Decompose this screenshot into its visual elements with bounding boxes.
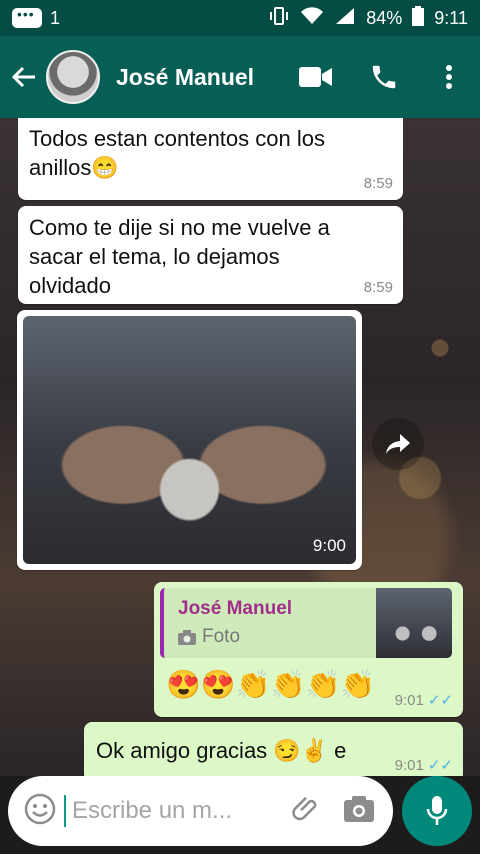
message-time: 9:01 ✓✓	[394, 757, 453, 774]
microphone-button[interactable]	[402, 776, 472, 846]
quoted-author: José Manuel	[178, 598, 293, 619]
microphone-icon	[426, 796, 448, 825]
message-notification-icon	[12, 6, 42, 28]
clock: 9:11	[434, 7, 468, 28]
back-arrow-icon[interactable]	[2, 36, 46, 118]
emoji-icon[interactable]	[24, 793, 56, 830]
notification-count: 1	[50, 7, 61, 28]
attach-icon[interactable]	[291, 794, 321, 829]
photo-attachment[interactable]	[23, 316, 356, 564]
forward-icon[interactable]	[372, 418, 424, 470]
quoted-type: Foto	[178, 626, 240, 648]
incoming-message[interactable]: Todos estan contentos con los anillos😁 8…	[18, 118, 403, 200]
more-options-icon[interactable]	[418, 36, 480, 118]
vibrate-icon	[268, 6, 290, 31]
camera-icon	[178, 629, 196, 645]
message-time: 9:00	[312, 536, 346, 555]
contact-avatar[interactable]	[46, 50, 100, 104]
incoming-photo-message[interactable]: 9:00	[17, 310, 362, 570]
battery-icon	[412, 5, 425, 31]
message-text: Todos estan contentos con los anillos😁	[29, 126, 325, 180]
message-input[interactable]: Escribe un m...	[72, 797, 291, 825]
message-text: Como te dije si no me vuelve a sacar el …	[29, 215, 330, 298]
contact-name[interactable]: José Manuel	[116, 64, 282, 91]
quoted-message[interactable]: José Manuel Foto	[160, 588, 452, 658]
phone-call-icon[interactable]	[350, 36, 418, 118]
read-receipt-icon: ✓✓	[427, 692, 453, 709]
message-composer: Escribe un m...	[8, 776, 393, 846]
status-bar: 1 84% 9:11	[0, 0, 480, 36]
video-call-icon[interactable]	[282, 36, 350, 118]
outgoing-message[interactable]: Ok amigo gracias 😏✌ e 9:01 ✓✓	[84, 722, 463, 776]
text-caret	[64, 795, 66, 827]
outgoing-message[interactable]: José Manuel Foto 😍😍👏👏👏👏 9:01 ✓✓	[154, 582, 463, 717]
message-time: 8:59	[363, 175, 393, 192]
chat-header: José Manuel	[0, 36, 480, 118]
message-text: 😍😍👏👏👏👏	[166, 669, 376, 700]
chat-area[interactable]: Todos estan contentos con los anillos😁 8…	[0, 118, 480, 776]
message-time: 8:59	[363, 279, 393, 296]
message-time: 9:01 ✓✓	[394, 692, 453, 709]
incoming-message[interactable]: Como te dije si no me vuelve a sacar el …	[18, 206, 403, 304]
message-text: Ok amigo gracias 😏✌ e	[96, 738, 347, 763]
signal-icon	[334, 6, 356, 31]
read-receipt-icon: ✓✓	[427, 757, 453, 774]
quoted-thumbnail	[376, 588, 452, 658]
battery-level: 84%	[366, 7, 403, 28]
quoted-label: Foto	[202, 626, 241, 647]
wifi-icon	[300, 6, 324, 31]
camera-icon[interactable]	[343, 795, 375, 828]
